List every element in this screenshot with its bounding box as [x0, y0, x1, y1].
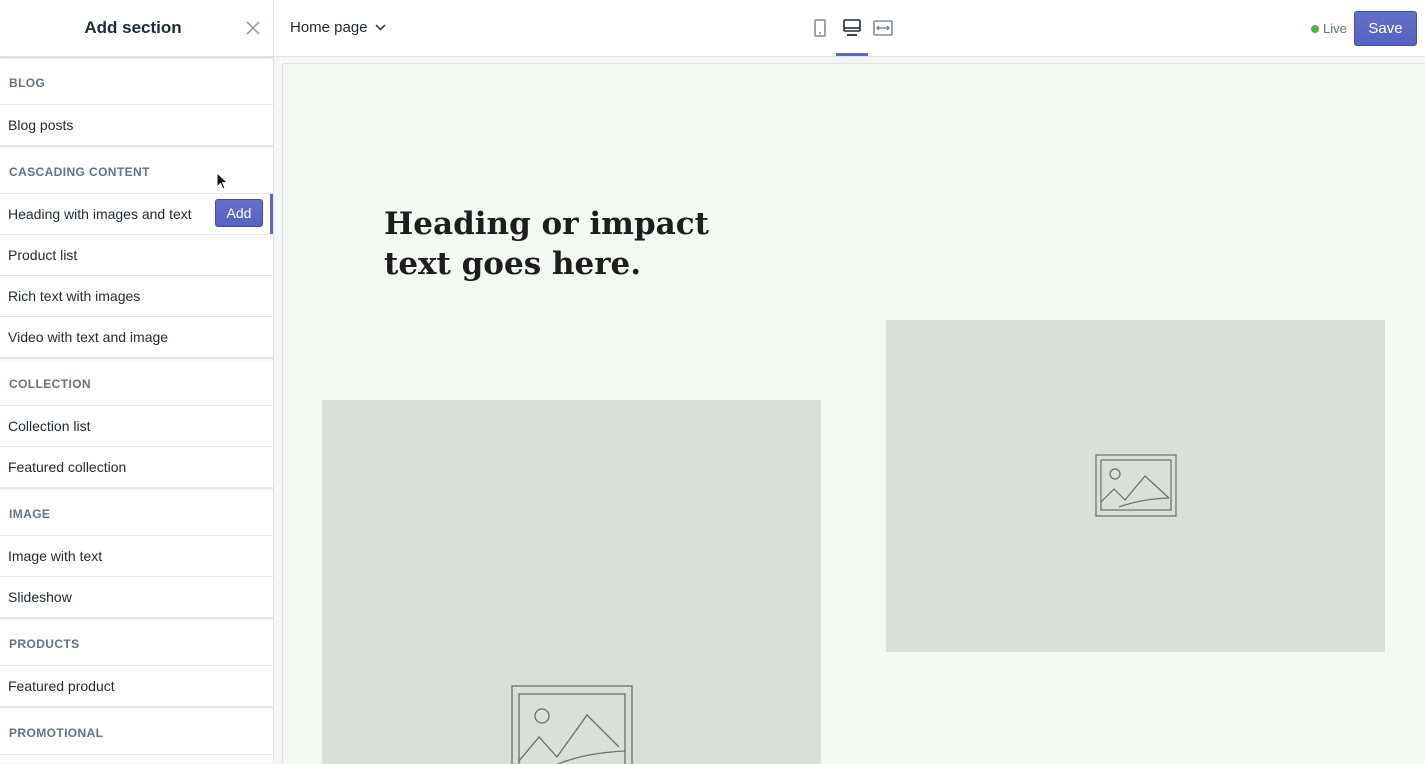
section-item-image-with-text[interactable]: Image with text	[0, 536, 273, 577]
section-item-video-with-text-and-image[interactable]: Video with text and image	[0, 317, 273, 358]
section-item-label: Image with text	[8, 548, 103, 564]
category-collection: COLLECTION	[0, 358, 273, 406]
sidebar-header: Add section	[0, 0, 273, 57]
section-item-label: Featured collection	[8, 459, 127, 475]
section-item-label: Blog posts	[8, 117, 74, 133]
category-blog: BLOG	[0, 57, 273, 105]
chevron-down-icon	[375, 24, 386, 31]
section-item-label: Collection list	[8, 418, 91, 434]
mobile-view-icon[interactable]	[807, 16, 833, 40]
section-item-heading-with-images-and-text[interactable]: Heading with images and text Add	[0, 194, 273, 235]
image-placeholder-icon	[511, 685, 633, 764]
page-selector-label: Home page	[290, 19, 368, 36]
section-item-label: Rich text with images	[8, 288, 141, 304]
image-placeholder-right	[886, 320, 1385, 652]
image-placeholder-icon	[1095, 454, 1177, 517]
add-section-sidebar: Add section BLOG Blog posts CASCADING CO…	[0, 0, 274, 763]
category-image: IMAGE	[0, 488, 273, 536]
section-item-slideshow[interactable]: Slideshow	[0, 577, 273, 618]
add-section-button[interactable]: Add	[215, 199, 263, 227]
live-status-label: Live	[1323, 21, 1347, 36]
section-item-featured-product[interactable]: Featured product	[0, 666, 273, 707]
theme-preview: Heading or impact text goes here.	[282, 63, 1425, 764]
section-item-product-list[interactable]: Product list	[0, 235, 273, 276]
desktop-view-icon[interactable]	[839, 16, 865, 40]
selected-device-indicator	[836, 53, 868, 56]
close-icon[interactable]	[244, 19, 262, 37]
section-item-collection-list[interactable]: Collection list	[0, 406, 273, 447]
section-item-blog-posts[interactable]: Blog posts	[0, 105, 273, 146]
section-item-label: Video with text and image	[8, 329, 169, 345]
live-status-dot	[1311, 24, 1319, 33]
section-item-label: Product list	[8, 247, 78, 263]
section-item-featured-collection[interactable]: Featured collection	[0, 447, 273, 488]
page-selector[interactable]: Home page	[290, 19, 386, 36]
category-products: PRODUCTS	[0, 618, 273, 666]
section-item-label: Slideshow	[8, 589, 72, 605]
category-cascading-content: CASCADING CONTENT	[0, 146, 273, 194]
category-promotional: PROMOTIONAL	[0, 707, 273, 755]
preview-heading: Heading or impact text goes here.	[384, 206, 709, 282]
top-bar: Home page Live Save	[274, 0, 1425, 57]
live-status: Live	[1311, 21, 1347, 36]
sidebar-title: Add section	[84, 18, 182, 37]
save-button[interactable]: Save	[1354, 11, 1417, 46]
section-item-label: Heading with images and text	[8, 206, 192, 222]
mouse-cursor-icon	[216, 172, 229, 190]
full-width-view-icon[interactable]	[870, 16, 896, 40]
section-item-label: Featured product	[8, 678, 115, 694]
image-placeholder-left	[322, 400, 821, 764]
section-item-rich-text-with-images[interactable]: Rich text with images	[0, 276, 273, 317]
